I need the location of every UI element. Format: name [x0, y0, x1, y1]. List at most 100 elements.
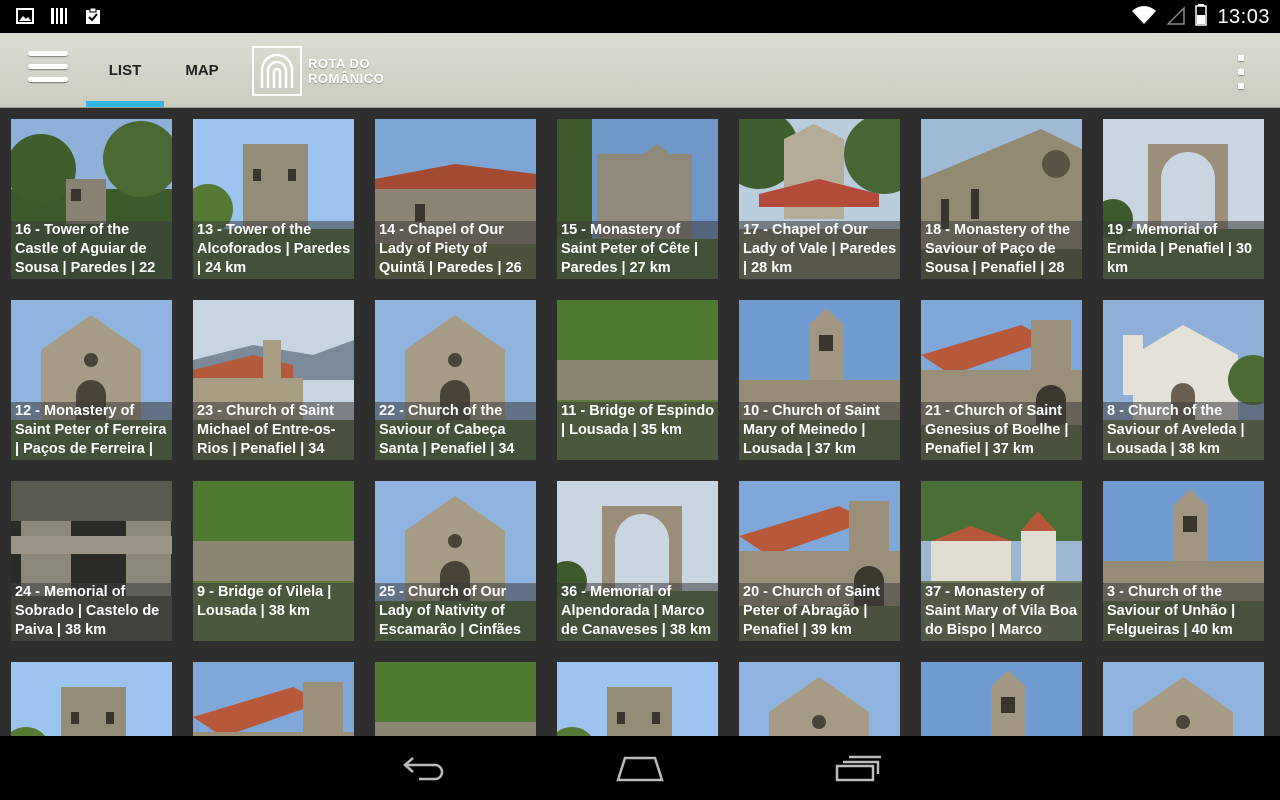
monument-tile[interactable] [739, 662, 900, 736]
monument-caption-text: 36 - Memorial of Alpendorada | Marco de … [561, 584, 711, 638]
monument-caption-text: 16 - Tower of the Castle of Aguiar de So… [15, 222, 156, 276]
arch-logo-icon [252, 46, 302, 96]
tab-list[interactable]: LIST [86, 33, 164, 107]
monument-caption-text: 23 - Church of Saint Michael of Entre-os… [197, 403, 336, 457]
clipboard-check-icon [82, 6, 104, 26]
monument-tile[interactable] [921, 662, 1082, 736]
monument-caption: 13 - Tower of the Alcoforados | Paredes … [193, 221, 354, 279]
tab-list-label: LIST [108, 61, 142, 79]
tab-map[interactable]: MAP [170, 33, 234, 107]
monument-tile[interactable] [557, 662, 718, 736]
monument-tile[interactable]: 3 - Church of the Saviour of Unhão | Fel… [1103, 481, 1264, 641]
menu-icon[interactable] [28, 51, 68, 89]
monument-tile[interactable] [11, 662, 172, 736]
app-logo: ROTA DO ROMÂNICO [252, 46, 384, 96]
monument-caption: 18 - Monastery of the Saviour of Paço de… [921, 221, 1082, 279]
action-bar: LIST MAP ROTA DO ROMÂNICO [0, 33, 1280, 108]
monument-caption: 37 - Monastery of Saint Mary of Vila Boa… [921, 583, 1082, 641]
monument-tile[interactable]: 36 - Memorial of Alpendorada | Marco de … [557, 481, 718, 641]
monument-tile[interactable] [1103, 662, 1264, 736]
wifi-icon [1131, 5, 1157, 30]
tab-map-label: MAP [185, 61, 219, 79]
monument-photo [921, 662, 1082, 736]
overflow-menu-icon[interactable] [1236, 55, 1246, 89]
monument-caption-text: 9 - Bridge of Vilela | Lousada | 38 km [197, 584, 332, 619]
monument-tile[interactable]: 16 - Tower of the Castle of Aguiar de So… [11, 119, 172, 279]
monument-photo [739, 662, 900, 736]
monument-caption: 25 - Church of Our Lady of Nativity of E… [375, 583, 536, 641]
monument-tile[interactable]: 13 - Tower of the Alcoforados | Paredes … [193, 119, 354, 279]
monument-caption-text: 19 - Memorial of Ermida | Penafiel | 30 … [1107, 222, 1253, 276]
monument-caption: 24 - Memorial of Sobrado | Castelo de Pa… [11, 583, 172, 641]
monument-caption: 17 - Chapel of Our Lady of Vale | Parede… [739, 221, 900, 279]
monument-caption: 22 - Church of the Saviour of Cabeça San… [375, 402, 536, 460]
monument-caption-text: 37 - Monastery of Saint Mary of Vila Boa… [925, 584, 1078, 638]
signal-icon [1166, 5, 1186, 30]
monument-caption-text: 18 - Monastery of the Saviour of Paço de… [925, 222, 1071, 276]
monument-caption-text: 8 - Church of the Saviour of Aveleda | L… [1107, 403, 1245, 457]
monument-tile[interactable]: 14 - Chapel of Our Lady of Piety of Quin… [375, 119, 536, 279]
monument-caption: 12 - Monastery of Saint Peter of Ferreir… [11, 402, 172, 460]
recents-icon[interactable] [828, 750, 888, 786]
monument-photo [557, 662, 718, 736]
monument-caption: 21 - Church of Saint Genesius of Boelhe … [921, 402, 1082, 460]
monument-tile[interactable]: 15 - Monastery of Saint Peter of Cête | … [557, 119, 718, 279]
monument-caption-text: 3 - Church of the Saviour of Unhão | Fel… [1107, 584, 1236, 638]
monument-tile[interactable]: 8 - Church of the Saviour of Aveleda | L… [1103, 300, 1264, 460]
monument-tile[interactable]: 10 - Church of Saint Mary of Meinedo | L… [739, 300, 900, 460]
back-icon[interactable] [394, 750, 454, 786]
navigation-bar [0, 736, 1280, 800]
monument-caption: 8 - Church of the Saviour of Aveleda | L… [1103, 402, 1264, 460]
monument-caption: 3 - Church of the Saviour of Unhão | Fel… [1103, 583, 1264, 641]
monument-caption: 11 - Bridge of Espindo | Lousada | 35 km [557, 402, 718, 460]
monument-caption-text: 20 - Church of Saint Peter of Abragão | … [743, 584, 880, 638]
status-bar: 13:03 [0, 0, 1280, 33]
monument-caption-text: 14 - Chapel of Our Lady of Piety of Quin… [379, 222, 522, 276]
monument-caption-text: 12 - Monastery of Saint Peter of Ferreir… [15, 403, 167, 457]
monument-caption-text: 24 - Memorial of Sobrado | Castelo de Pa… [15, 584, 160, 638]
monument-list: 16 - Tower of the Castle of Aguiar de So… [0, 108, 1280, 736]
monument-caption: 14 - Chapel of Our Lady of Piety of Quin… [375, 221, 536, 279]
monument-tile[interactable]: 25 - Church of Our Lady of Nativity of E… [375, 481, 536, 641]
monument-caption: 19 - Memorial of Ermida | Penafiel | 30 … [1103, 221, 1264, 279]
monument-tile[interactable]: 22 - Church of the Saviour of Cabeça San… [375, 300, 536, 460]
monument-caption-text: 13 - Tower of the Alcoforados | Paredes … [197, 222, 351, 276]
monument-tile[interactable] [193, 662, 354, 736]
monument-tile[interactable]: 19 - Memorial of Ermida | Penafiel | 30 … [1103, 119, 1264, 279]
monument-caption-text: 11 - Bridge of Espindo | Lousada | 35 km [561, 403, 715, 438]
monument-photo [1103, 662, 1264, 736]
monument-caption-text: 22 - Church of the Saviour of Cabeça San… [379, 403, 515, 457]
monument-tile[interactable]: 21 - Church of Saint Genesius of Boelhe … [921, 300, 1082, 460]
home-icon[interactable] [610, 750, 670, 786]
monument-tile[interactable]: 20 - Church of Saint Peter of Abragão | … [739, 481, 900, 641]
monument-caption: 9 - Bridge of Vilela | Lousada | 38 km [193, 583, 354, 641]
monument-tile[interactable]: 23 - Church of Saint Michael of Entre-os… [193, 300, 354, 460]
monument-tile[interactable]: 17 - Chapel of Our Lady of Vale | Parede… [739, 119, 900, 279]
clock: 13:03 [1217, 6, 1270, 28]
monument-photo [375, 662, 536, 736]
monument-caption: 23 - Church of Saint Michael of Entre-os… [193, 402, 354, 460]
monument-caption: 10 - Church of Saint Mary of Meinedo | L… [739, 402, 900, 460]
image-icon [14, 6, 36, 26]
monument-tile[interactable]: 37 - Monastery of Saint Mary of Vila Boa… [921, 481, 1082, 641]
tab-selected-indicator [86, 101, 164, 107]
barcode-icon [48, 6, 70, 26]
monument-caption-text: 17 - Chapel of Our Lady of Vale | Parede… [743, 222, 897, 276]
monument-caption: 15 - Monastery of Saint Peter of Cête | … [557, 221, 718, 279]
monument-tile[interactable]: 12 - Monastery of Saint Peter of Ferreir… [11, 300, 172, 460]
logo-wordmark: ROTA DO ROMÂNICO [308, 56, 385, 86]
monument-caption-text: 25 - Church of Our Lady of Nativity of E… [379, 584, 521, 638]
monument-photo [11, 662, 172, 736]
monument-tile[interactable] [375, 662, 536, 736]
monument-caption: 20 - Church of Saint Peter of Abragão | … [739, 583, 900, 641]
monument-caption: 36 - Memorial of Alpendorada | Marco de … [557, 583, 718, 641]
monument-tile[interactable]: 18 - Monastery of the Saviour of Paço de… [921, 119, 1082, 279]
monument-caption-text: 21 - Church of Saint Genesius of Boelhe … [925, 403, 1069, 457]
monument-photo [193, 662, 354, 736]
monument-tile[interactable]: 9 - Bridge of Vilela | Lousada | 38 km [193, 481, 354, 641]
monument-caption-text: 15 - Monastery of Saint Peter of Cête | … [561, 222, 699, 276]
monument-tile[interactable]: 11 - Bridge of Espindo | Lousada | 35 km [557, 300, 718, 460]
monument-tile[interactable]: 24 - Memorial of Sobrado | Castelo de Pa… [11, 481, 172, 641]
monument-caption: 16 - Tower of the Castle of Aguiar de So… [11, 221, 172, 279]
system-icons: 13:03 [1131, 4, 1270, 31]
